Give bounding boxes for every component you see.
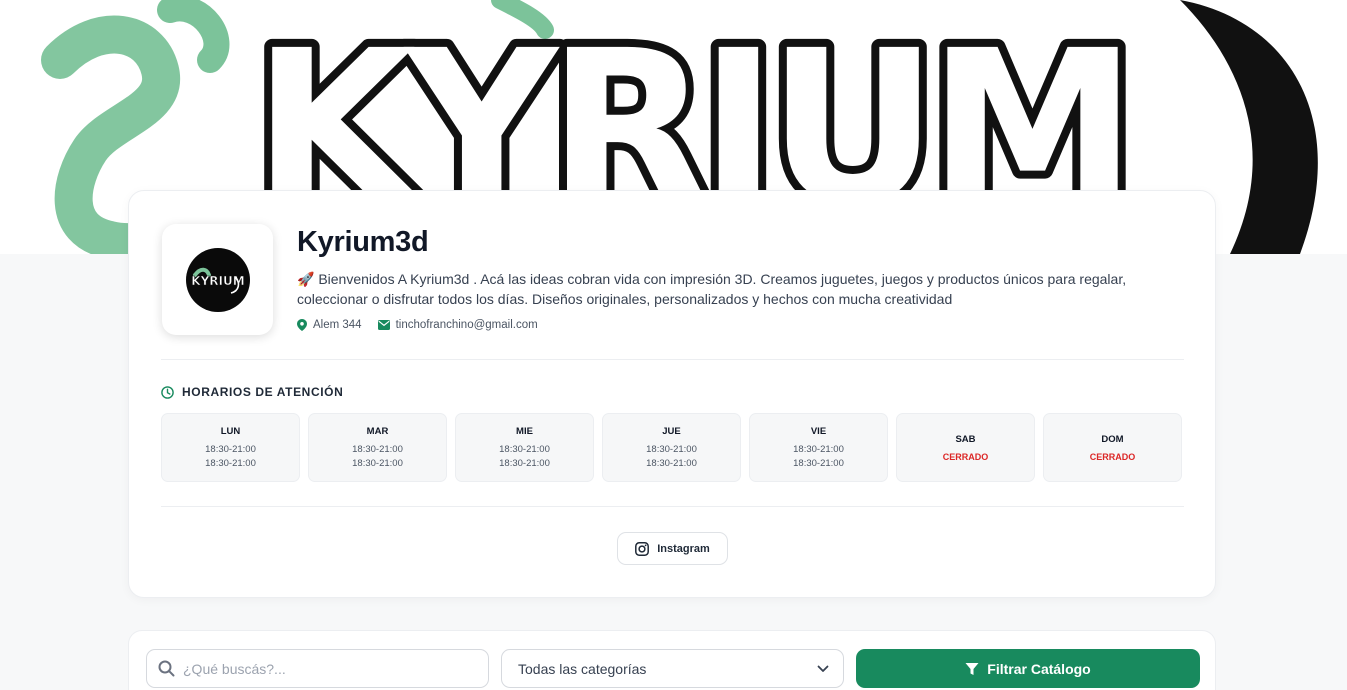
email-item[interactable]: tinchofranchino@gmail.com xyxy=(377,319,538,331)
day-label: JUE xyxy=(662,426,681,437)
day-time-slot: 18:30-21:00 xyxy=(793,444,844,455)
store-name: Kyrium3d xyxy=(297,226,429,258)
day-time-slot: 18:30-21:00 xyxy=(205,444,256,455)
email-text[interactable]: tinchofranchino@gmail.com xyxy=(396,319,538,331)
day-time-slot: 18:30-21:00 xyxy=(646,444,697,455)
day-cell-sab: SAB CERRADO xyxy=(896,413,1035,482)
day-cell-dom: DOM CERRADO xyxy=(1043,413,1182,482)
address-text: Alem 344 xyxy=(313,319,362,331)
day-label: VIE xyxy=(810,426,827,437)
day-cell-mie: MIE 18:30-21:00 18:30-21:00 xyxy=(455,413,594,482)
day-time-slot: 18:30-21:00 xyxy=(499,444,550,455)
day-cell-jue: JUE 18:30-21:00 18:30-21:00 xyxy=(602,413,741,482)
day-time-slot: 18:30-21:00 xyxy=(205,458,256,469)
store-description: 🚀 Bienvenidos A Kyrium3d . Acá las ideas… xyxy=(297,271,1127,307)
address-item: Alem 344 xyxy=(297,319,362,331)
store-logo: KYRIUM xyxy=(162,224,273,335)
day-time-slot: 18:30-21:00 xyxy=(352,444,403,455)
section-divider xyxy=(161,506,1184,507)
category-selected-value: Todas las categorías xyxy=(518,660,647,677)
instagram-button[interactable]: Instagram xyxy=(617,532,728,565)
hours-title-text: HORARIOS DE ATENCIÓN xyxy=(182,385,344,399)
day-cell-mar: MAR 18:30-21:00 18:30-21:00 xyxy=(308,413,447,482)
contact-info: Alem 344 tinchofranchino@gmail.com xyxy=(297,319,538,331)
clock-icon xyxy=(161,385,174,399)
day-time-slot: 18:30-21:00 xyxy=(499,458,550,469)
instagram-icon xyxy=(635,541,650,556)
funnel-icon xyxy=(965,662,979,675)
day-time-slot: 18:30-21:00 xyxy=(352,458,403,469)
hours-grid: LUN 18:30-21:00 18:30-21:00 MAR 18:30-21… xyxy=(161,413,1182,482)
category-select[interactable]: Todas las categorías xyxy=(501,649,844,688)
search-input[interactable] xyxy=(183,660,473,677)
envelope-icon xyxy=(377,320,390,330)
day-time-slot: 18:30-21:00 xyxy=(646,458,697,469)
day-time-slot: 18:30-21:00 xyxy=(793,458,844,469)
day-closed-status: CERRADO xyxy=(1089,451,1136,462)
search-icon xyxy=(158,660,175,677)
day-label: LUN xyxy=(220,426,241,437)
filter-button-label: Filtrar Catálogo xyxy=(987,660,1091,677)
location-pin-icon xyxy=(297,319,307,331)
hours-heading: HORARIOS DE ATENCIÓN xyxy=(161,385,343,399)
search-box[interactable] xyxy=(146,649,489,688)
day-cell-lun: LUN 18:30-21:00 18:30-21:00 xyxy=(161,413,300,482)
day-label: DOM xyxy=(1101,433,1124,445)
day-closed-status: CERRADO xyxy=(942,451,989,462)
day-label: MAR xyxy=(366,426,389,437)
instagram-label: Instagram xyxy=(657,542,710,555)
logo-text: KYRIUM xyxy=(191,274,244,288)
day-label: MIE xyxy=(516,426,533,437)
day-cell-vie: VIE 18:30-21:00 18:30-21:00 xyxy=(749,413,888,482)
store-logo-image: KYRIUM xyxy=(185,247,250,312)
filter-catalog-button[interactable]: Filtrar Catálogo xyxy=(856,649,1200,688)
catalog-filter-bar: Todas las categorías Filtrar Catálogo xyxy=(128,630,1216,690)
store-profile-card: KYRIUM Kyrium3d 🚀 Bienvenidos A Kyrium3d… xyxy=(128,190,1216,598)
chevron-down-icon xyxy=(817,665,829,672)
day-label: SAB xyxy=(955,433,976,445)
section-divider xyxy=(161,359,1184,360)
